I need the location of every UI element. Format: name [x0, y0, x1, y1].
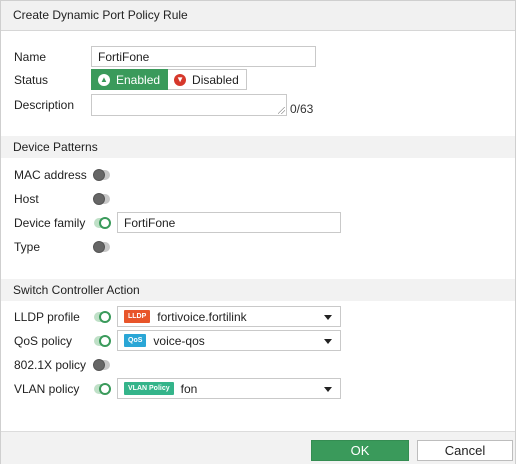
dialog-footer: OK Cancel — [1, 431, 515, 464]
description-char-counter: 0/63 — [290, 102, 314, 116]
status-disabled-button[interactable]: ▼ Disabled — [168, 69, 247, 90]
vlan-policy-label: VLAN policy — [14, 382, 80, 396]
arrow-up-circle-icon: ▲ — [98, 73, 110, 86]
host-label: Host — [14, 192, 39, 206]
lldp-profile-select[interactable]: LLDP fortivoice.fortilink — [117, 306, 341, 327]
vlan-policy-toggle[interactable] — [94, 383, 111, 395]
device-patterns-header: Device Patterns — [1, 136, 515, 158]
chevron-down-icon — [324, 315, 332, 320]
vlan-policy-tag-icon: VLAN Policy — [124, 382, 174, 395]
mac-address-label: MAC address — [14, 168, 87, 182]
device-family-field[interactable] — [117, 212, 341, 233]
lldp-profile-label: LLDP profile — [14, 310, 80, 324]
arrow-down-circle-icon: ▼ — [174, 73, 187, 86]
name-label: Name — [14, 50, 47, 64]
lldp-tag-icon: LLDP — [124, 310, 151, 323]
host-toggle[interactable] — [93, 193, 110, 205]
status-toggle-group: ▲ Enabled ▼ Disabled — [91, 69, 247, 90]
switch-controller-action-header: Switch Controller Action — [1, 279, 515, 301]
lldp-profile-value: fortivoice.fortilink — [157, 309, 247, 324]
create-dynamic-port-policy-dialog: Create Dynamic Port Policy Rule Name Sta… — [0, 0, 516, 464]
vlan-policy-value: fon — [180, 381, 198, 396]
dialog-title: Create Dynamic Port Policy Rule — [1, 1, 515, 31]
status-enabled-label: Enabled — [116, 72, 161, 87]
qos-policy-select[interactable]: QoS voice-qos — [117, 330, 341, 351]
type-label: Type — [14, 240, 41, 254]
description-field[interactable] — [91, 94, 287, 116]
status-label: Status — [14, 73, 49, 87]
lldp-profile-toggle[interactable] — [94, 311, 111, 323]
dot1x-policy-toggle[interactable] — [93, 359, 110, 371]
chevron-down-icon — [324, 339, 332, 344]
qos-policy-toggle[interactable] — [94, 335, 111, 347]
mac-address-toggle[interactable] — [93, 169, 110, 181]
device-family-toggle[interactable] — [94, 217, 111, 229]
qos-policy-value: voice-qos — [153, 333, 205, 348]
description-label: Description — [14, 98, 75, 112]
dot1x-policy-label: 802.1X policy — [14, 358, 87, 372]
resize-grip-icon[interactable] — [278, 107, 285, 114]
qos-policy-label: QoS policy — [14, 334, 73, 348]
cancel-button[interactable]: Cancel — [417, 440, 513, 461]
status-disabled-label: Disabled — [192, 72, 239, 87]
type-toggle[interactable] — [93, 241, 110, 253]
name-field[interactable] — [91, 46, 316, 67]
ok-button[interactable]: OK — [311, 440, 409, 461]
qos-tag-icon: QoS — [124, 334, 147, 347]
status-enabled-button[interactable]: ▲ Enabled — [91, 69, 169, 90]
device-family-label: Device family — [14, 216, 86, 230]
vlan-policy-select[interactable]: VLAN Policy fon — [117, 378, 341, 399]
chevron-down-icon — [324, 387, 332, 392]
